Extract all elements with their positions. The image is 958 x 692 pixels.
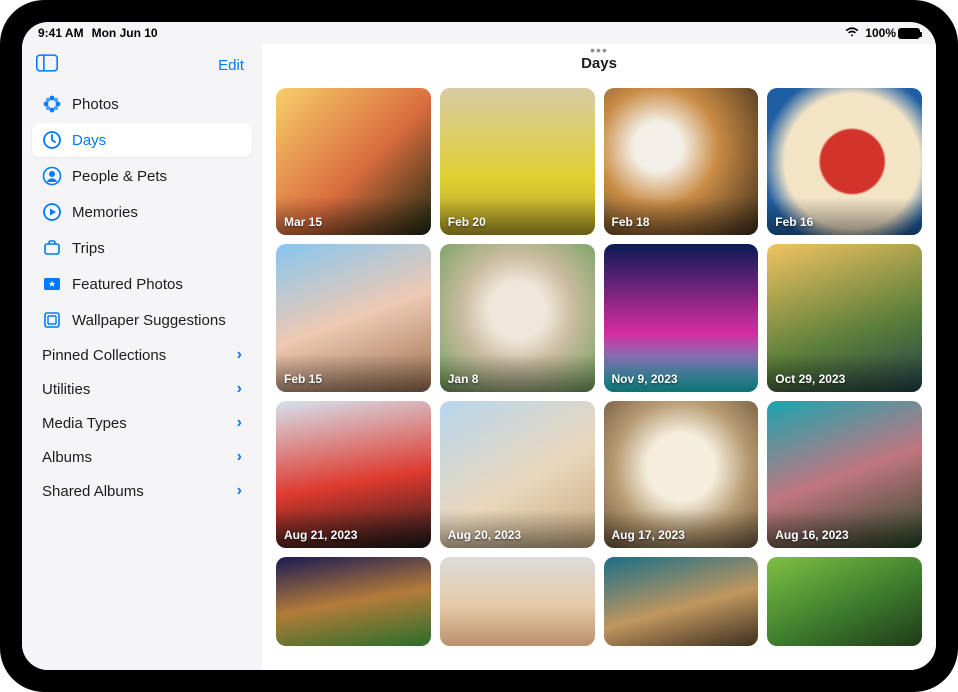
clock-icon [42, 130, 62, 150]
day-tile[interactable] [276, 557, 431, 645]
tile-date [276, 634, 292, 646]
sidebar-item-featured-photos[interactable]: Featured Photos [32, 267, 252, 301]
photo-grid-scroll[interactable]: Mar 15 Feb 20 Feb 18 Feb 16 Feb 15 Jan 8… [262, 84, 936, 670]
sidebar-item-label: Memories [72, 204, 138, 221]
sidebar-group-shared-albums[interactable]: Shared Albums › [32, 475, 252, 507]
day-tile[interactable]: Aug 17, 2023 [604, 401, 759, 548]
chevron-right-icon: › [237, 346, 242, 364]
day-tile[interactable]: Feb 15 [276, 244, 431, 391]
sidebar-group-label: Pinned Collections [42, 347, 166, 364]
tile-date: Aug 20, 2023 [440, 522, 529, 548]
tile-date: Jan 8 [440, 366, 487, 392]
sidebar-item-days[interactable]: Days [32, 123, 252, 157]
more-options-button[interactable]: ••• [590, 44, 608, 58]
day-tile[interactable]: Mar 15 [276, 88, 431, 235]
wallpaper-icon [42, 310, 62, 330]
tile-date [767, 634, 783, 646]
tile-date: Nov 9, 2023 [604, 366, 686, 392]
sidebar-item-label: Photos [72, 96, 119, 113]
day-tile[interactable]: Feb 18 [604, 88, 759, 235]
edit-button[interactable]: Edit [218, 57, 244, 74]
sidebar-item-label: Trips [72, 240, 105, 257]
memories-icon [42, 202, 62, 222]
day-tile[interactable]: Feb 16 [767, 88, 922, 235]
status-date: Mon Jun 10 [92, 26, 158, 40]
day-tile[interactable]: Jan 8 [440, 244, 595, 391]
tile-date [440, 634, 456, 646]
sidebar-item-label: People & Pets [72, 168, 167, 185]
tile-date: Feb 20 [440, 209, 494, 235]
status-time: 9:41 AM [38, 26, 84, 40]
day-tile[interactable]: Aug 16, 2023 [767, 401, 922, 548]
day-tile[interactable]: Aug 21, 2023 [276, 401, 431, 548]
sidebar-group-label: Utilities [42, 381, 90, 398]
tile-date: Feb 15 [276, 366, 330, 392]
chevron-right-icon: › [237, 448, 242, 466]
sidebar-group-utilities[interactable]: Utilities › [32, 373, 252, 405]
featured-icon [42, 274, 62, 294]
sidebar-group-label: Shared Albums [42, 483, 144, 500]
day-tile[interactable]: Nov 9, 2023 [604, 244, 759, 391]
person-icon [42, 166, 62, 186]
sidebar-item-label: Days [72, 132, 106, 149]
sidebar-item-label: Featured Photos [72, 276, 183, 293]
photo-grid: Mar 15 Feb 20 Feb 18 Feb 16 Feb 15 Jan 8… [276, 88, 922, 646]
sidebar-item-photos[interactable]: Photos [32, 87, 252, 121]
tile-date: Feb 16 [767, 209, 821, 235]
sidebar-item-people-pets[interactable]: People & Pets [32, 159, 252, 193]
photos-icon [42, 94, 62, 114]
chevron-right-icon: › [237, 414, 242, 432]
screen: 9:41 AM Mon Jun 10 100% [22, 22, 936, 670]
day-tile[interactable]: Feb 20 [440, 88, 595, 235]
sidebar-item-label: Wallpaper Suggestions [72, 312, 226, 329]
sidebar-group-media-types[interactable]: Media Types › [32, 407, 252, 439]
status-bar: 9:41 AM Mon Jun 10 100% [22, 22, 936, 44]
chevron-right-icon: › [237, 482, 242, 500]
ipad-frame: 9:41 AM Mon Jun 10 100% [0, 0, 958, 692]
sidebar-group-albums[interactable]: Albums › [32, 441, 252, 473]
sidebar-item-memories[interactable]: Memories [32, 195, 252, 229]
suitcase-icon [42, 238, 62, 258]
tile-date: Aug 17, 2023 [604, 522, 693, 548]
chevron-right-icon: › [237, 380, 242, 398]
day-tile[interactable]: Oct 29, 2023 [767, 244, 922, 391]
battery-icon [898, 28, 920, 39]
sidebar: Edit Photos Days [22, 44, 262, 670]
tile-date: Feb 18 [604, 209, 658, 235]
day-tile[interactable] [767, 557, 922, 645]
battery-percentage: 100% [865, 26, 896, 40]
sidebar-toggle-icon[interactable] [36, 54, 58, 77]
tile-date [604, 634, 620, 646]
wifi-icon [845, 26, 859, 40]
main-header: ••• Days [262, 44, 936, 84]
sidebar-group-pinned-collections[interactable]: Pinned Collections › [32, 339, 252, 371]
sidebar-group-label: Albums [42, 449, 92, 466]
day-tile[interactable] [440, 557, 595, 645]
sidebar-item-trips[interactable]: Trips [32, 231, 252, 265]
sidebar-item-wallpaper-suggestions[interactable]: Wallpaper Suggestions [32, 303, 252, 337]
tile-date: Mar 15 [276, 209, 330, 235]
day-tile[interactable] [604, 557, 759, 645]
tile-date: Oct 29, 2023 [767, 366, 853, 392]
day-tile[interactable]: Aug 20, 2023 [440, 401, 595, 548]
sidebar-group-label: Media Types [42, 415, 127, 432]
tile-date: Aug 21, 2023 [276, 522, 365, 548]
main-content: ••• Days Mar 15 Feb 20 Feb 18 Feb 16 Feb… [262, 44, 936, 670]
tile-date: Aug 16, 2023 [767, 522, 856, 548]
